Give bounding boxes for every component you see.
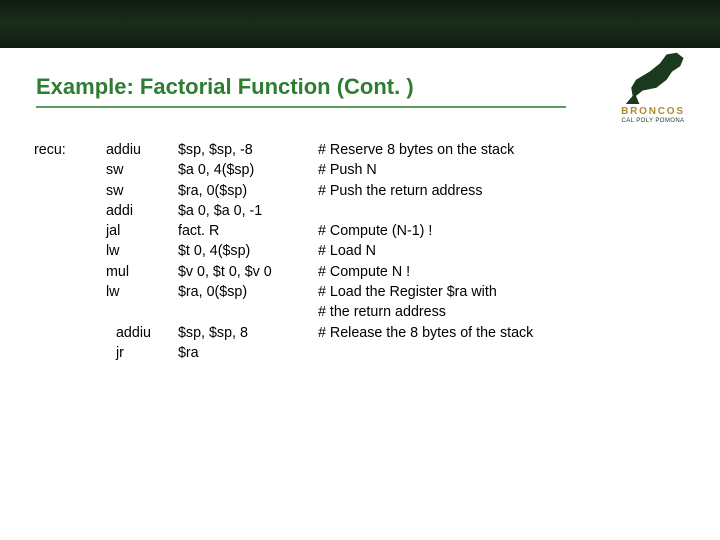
code-row: jal fact. R # Compute (N-1) ! <box>34 221 533 241</box>
code-comment: # Release the 8 bytes of the stack <box>318 323 533 343</box>
code-op: addiu <box>106 140 174 160</box>
code-args: $ra <box>178 343 314 363</box>
code-row: mul $v 0, $t 0, $v 0 # Compute N ! <box>34 262 533 282</box>
code-args: $sp, $sp, -8 <box>178 140 314 160</box>
code-label: recu: <box>34 140 102 160</box>
code-comment: # Reserve 8 bytes on the stack <box>318 140 514 160</box>
broncos-logo: BRONCOS CAL POLY POMONA <box>604 50 702 124</box>
code-op: sw <box>106 181 174 201</box>
code-op: mul <box>106 262 174 282</box>
horse-icon <box>619 50 687 104</box>
code-comment: # Load the Register $ra with <box>318 282 497 302</box>
code-comment: # Compute N ! <box>318 262 410 282</box>
code-comment: # Push the return address <box>318 181 483 201</box>
code-row: lw $ra, 0($sp) # Load the Register $ra w… <box>34 282 533 302</box>
code-row: sw $ra, 0($sp) # Push the return address <box>34 181 533 201</box>
code-args: fact. R <box>178 221 314 241</box>
code-args: $a 0, $a 0, -1 <box>178 201 314 221</box>
code-row: lw $t 0, 4($sp) # Load N <box>34 241 533 261</box>
logo-text-cpp: CAL POLY POMONA <box>604 118 702 124</box>
code-args: $v 0, $t 0, $v 0 <box>178 262 314 282</box>
logo-text-broncos: BRONCOS <box>604 106 702 117</box>
code-op: lw <box>106 241 174 261</box>
assembly-code-block: recu: addiu $sp, $sp, -8 # Reserve 8 byt… <box>34 140 533 363</box>
code-op: lw <box>106 282 174 302</box>
code-comment: # Load N <box>318 241 376 261</box>
code-comment: # the return address <box>318 302 446 322</box>
code-op: jal <box>106 221 174 241</box>
code-comment: # Push N <box>318 160 377 180</box>
code-row: addi $a 0, $a 0, -1 <box>34 201 533 221</box>
code-op: addiu <box>106 323 174 343</box>
code-args: $sp, $sp, 8 <box>178 323 314 343</box>
code-args: $ra, 0($sp) <box>178 181 314 201</box>
code-row: jr $ra <box>34 343 533 363</box>
title-underline <box>36 106 566 108</box>
header-stripe <box>0 0 720 48</box>
code-row: sw $a 0, 4($sp) # Push N <box>34 160 533 180</box>
code-row: # the return address <box>34 302 533 322</box>
code-op: sw <box>106 160 174 180</box>
code-op: addi <box>106 201 174 221</box>
code-op: jr <box>106 343 174 363</box>
code-row: recu: addiu $sp, $sp, -8 # Reserve 8 byt… <box>34 140 533 160</box>
code-args: $t 0, 4($sp) <box>178 241 314 261</box>
code-args: $a 0, 4($sp) <box>178 160 314 180</box>
code-comment: # Compute (N-1) ! <box>318 221 432 241</box>
code-row: addiu $sp, $sp, 8 # Release the 8 bytes … <box>34 323 533 343</box>
code-args: $ra, 0($sp) <box>178 282 314 302</box>
slide-title: Example: Factorial Function (Cont. ) <box>36 74 414 100</box>
